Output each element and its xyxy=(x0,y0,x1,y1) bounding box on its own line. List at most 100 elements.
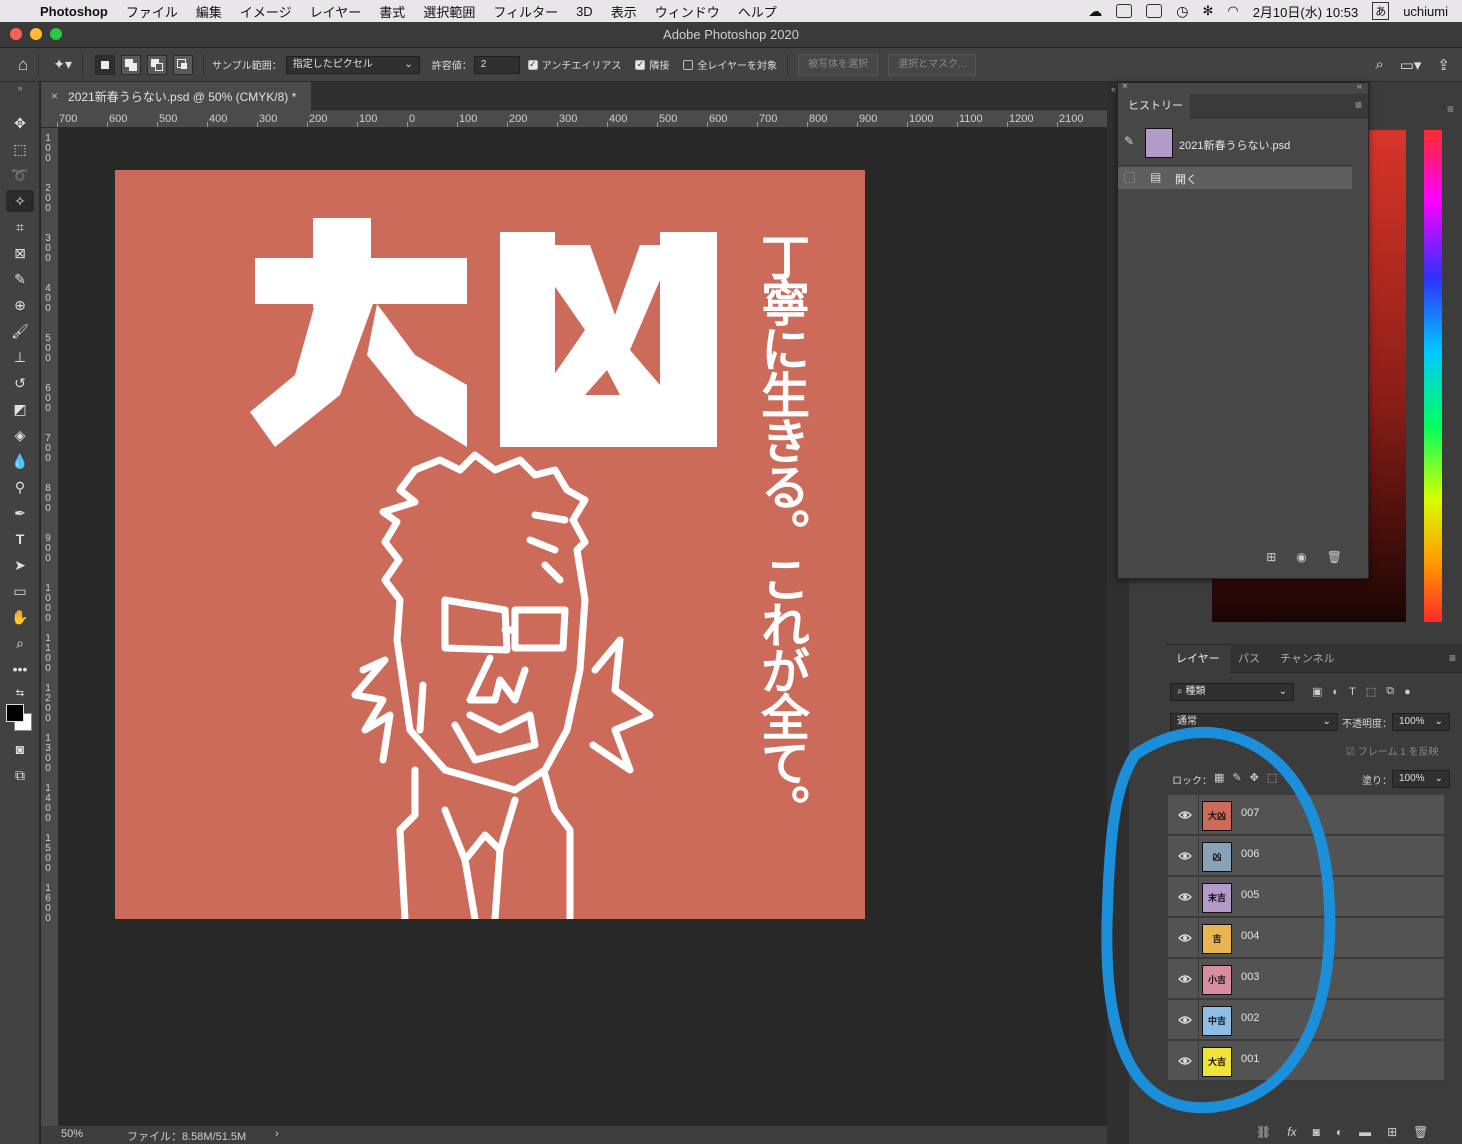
move-tool-icon[interactable]: ✥ xyxy=(6,112,34,134)
layer-row[interactable]: 中吉 002 xyxy=(1168,1000,1444,1040)
filter-shape-icon[interactable]: ⬚ xyxy=(1366,685,1376,698)
select-and-mask-button[interactable]: 選択とマスク... xyxy=(888,53,977,76)
history-tab[interactable]: ヒストリー xyxy=(1118,94,1190,118)
visibility-eye-icon[interactable] xyxy=(1178,931,1192,945)
layer-row[interactable]: 小吉 003 xyxy=(1168,959,1444,999)
share-icon[interactable]: ⇪ xyxy=(1437,56,1450,74)
hand-tool-icon[interactable]: ✋ xyxy=(6,606,34,628)
creative-cloud-icon[interactable]: ☁ xyxy=(1088,3,1102,20)
filter-toggle-icon[interactable]: ● xyxy=(1404,686,1411,698)
marquee-tool-icon[interactable]: ⬚ xyxy=(6,138,34,160)
select-subject-button[interactable]: 被写体を選択 xyxy=(798,53,879,76)
new-group-icon[interactable]: ▬ xyxy=(1359,1125,1371,1139)
rectangle-tool-icon[interactable]: ▭ xyxy=(6,580,34,602)
panel-menu-icon[interactable]: ≡ xyxy=(1447,102,1454,116)
visibility-eye-icon[interactable] xyxy=(1178,1054,1192,1068)
input-method-icon[interactable]: あ xyxy=(1372,2,1390,20)
dodge-tool-icon[interactable]: ⚲ xyxy=(6,476,34,498)
filter-smart-object-icon[interactable]: ⧉ xyxy=(1386,685,1394,698)
menu-type[interactable]: 書式 xyxy=(379,2,405,21)
lock-all-icon[interactable]: 🔒 xyxy=(1285,771,1299,784)
document-tab[interactable]: × 2021新春うらない.psd @ 50% (CMYK/8) * xyxy=(41,82,311,110)
menu-window[interactable]: ウィンドウ xyxy=(655,2,720,21)
opacity-input[interactable]: 100% ⌄ xyxy=(1392,713,1450,731)
blend-mode-select[interactable]: 通常 ⌄ xyxy=(1170,713,1338,731)
paint-bucket-tool-icon[interactable]: ◈ xyxy=(6,424,34,446)
clock-text[interactable]: 2月10日(水) 10:53 xyxy=(1253,2,1359,21)
collapse-toolbar-icon[interactable]: » xyxy=(6,82,34,94)
menu-select[interactable]: 選択範囲 xyxy=(423,2,475,21)
layer-row[interactable]: 大吉 001 xyxy=(1168,1041,1444,1081)
close-tab-icon[interactable]: × xyxy=(51,89,58,103)
lock-image-icon[interactable]: ✎ xyxy=(1232,771,1241,784)
menu-filter[interactable]: フィルター xyxy=(493,2,558,21)
zoom-level[interactable]: 50% xyxy=(61,1128,83,1140)
layer-row[interactable]: 大凶 007 xyxy=(1168,795,1444,835)
contiguous-checkbox[interactable]: ✓ 隣接 xyxy=(635,57,669,72)
swap-colors-icon[interactable]: ⇆ xyxy=(6,682,34,704)
more-tools-icon[interactable]: ••• xyxy=(6,658,34,680)
type-tool-icon[interactable]: T xyxy=(6,528,34,550)
filter-adjustment-icon[interactable]: ◐ xyxy=(1332,686,1339,698)
search-icon[interactable]: ⌕ xyxy=(1375,56,1383,73)
collapse-panel-icon[interactable]: « xyxy=(1357,81,1362,91)
new-selection-button[interactable] xyxy=(95,54,116,75)
menu-file[interactable]: ファイル xyxy=(126,2,178,21)
blur-tool-icon[interactable]: 💧 xyxy=(6,450,34,472)
adjustment-layer-icon[interactable]: ◐ xyxy=(1336,1125,1343,1139)
lock-artboard-icon[interactable]: ⬚ xyxy=(1267,771,1277,784)
tolerance-input[interactable]: 2 xyxy=(473,55,520,74)
trash-icon[interactable]: 🗑 xyxy=(1327,550,1342,564)
eyedropper-tool-icon[interactable]: ✎ xyxy=(6,268,34,290)
link-layers-icon[interactable]: ⛓ xyxy=(1256,1125,1271,1139)
history-brush-tool-icon[interactable]: ↺ xyxy=(6,372,34,394)
minimize-window-button[interactable] xyxy=(30,28,42,40)
all-layers-checkbox[interactable]: 全レイヤーを対象 xyxy=(683,57,777,72)
layer-row[interactable]: 凶 006 xyxy=(1168,836,1444,876)
history-state[interactable]: ▤ 開く xyxy=(1118,167,1352,189)
sample-size-select[interactable]: 指定したピクセル ⌄ xyxy=(285,55,420,74)
quick-mask-icon[interactable]: ◙ xyxy=(6,738,34,760)
subtract-selection-button[interactable] xyxy=(147,54,168,75)
visibility-eye-icon[interactable] xyxy=(1178,849,1192,863)
visibility-eye-icon[interactable] xyxy=(1178,1013,1192,1027)
bluetooth-icon[interactable]: ✻ xyxy=(1202,3,1213,19)
add-selection-button[interactable] xyxy=(121,54,142,75)
path-selection-tool-icon[interactable]: ➤ xyxy=(6,554,34,576)
artwork-canvas[interactable]: 丁寧に生きる。これが全て。大凶 xyxy=(115,170,865,919)
zoom-tool-icon[interactable]: ⌕ xyxy=(6,632,34,654)
zoom-window-button[interactable] xyxy=(50,28,62,40)
camera-icon[interactable]: ◉ xyxy=(1296,550,1306,564)
healing-brush-tool-icon[interactable]: ⊕ xyxy=(6,294,34,316)
menu-layer[interactable]: レイヤー xyxy=(310,2,362,21)
trash-icon[interactable]: 🗑 xyxy=(1413,1125,1428,1139)
hue-slider[interactable] xyxy=(1424,130,1442,622)
foreground-color-swatch[interactable] xyxy=(6,704,24,722)
intersect-selection-button[interactable] xyxy=(173,54,194,75)
user-menu[interactable]: uchiumi xyxy=(1403,4,1448,19)
clone-stamp-tool-icon[interactable]: ⊥ xyxy=(6,346,34,368)
lock-position-icon[interactable]: ✥ xyxy=(1250,771,1259,784)
menu-help[interactable]: ヘルプ xyxy=(738,2,777,21)
time-machine-icon[interactable]: ◷ xyxy=(1176,3,1188,20)
collapse-panels-icon[interactable]: « xyxy=(1111,84,1116,94)
pen-tool-icon[interactable]: ✒ xyxy=(6,502,34,524)
app-menu[interactable]: Photoshop xyxy=(40,4,108,19)
history-source-checkbox[interactable] xyxy=(1124,172,1135,183)
tab-paths[interactable]: パス xyxy=(1228,645,1270,673)
menu-edit[interactable]: 編集 xyxy=(196,2,222,21)
frame-tool-icon[interactable]: ⊠ xyxy=(6,242,34,264)
layer-filter-select[interactable]: ⌕ 種類 ⌄ xyxy=(1170,683,1294,701)
visibility-eye-icon[interactable] xyxy=(1178,972,1192,986)
home-icon[interactable]: ⌂ xyxy=(18,55,28,75)
new-document-from-state-icon[interactable]: ⊞ xyxy=(1266,550,1276,564)
wifi-icon[interactable]: ◠ xyxy=(1227,3,1238,19)
layer-mask-icon[interactable]: ◙ xyxy=(1313,1125,1320,1139)
fill-input[interactable]: 100% ⌄ xyxy=(1392,770,1450,788)
tab-channels[interactable]: チャンネル xyxy=(1270,645,1345,673)
magic-wand-preset-icon[interactable]: ✦▾ xyxy=(53,56,72,73)
crop-tool-icon[interactable]: ⌗ xyxy=(6,216,34,238)
filter-pixel-icon[interactable]: ▣ xyxy=(1312,685,1322,698)
layer-row[interactable]: 吉 004 xyxy=(1168,918,1444,958)
menu-3d[interactable]: 3D xyxy=(576,4,593,19)
